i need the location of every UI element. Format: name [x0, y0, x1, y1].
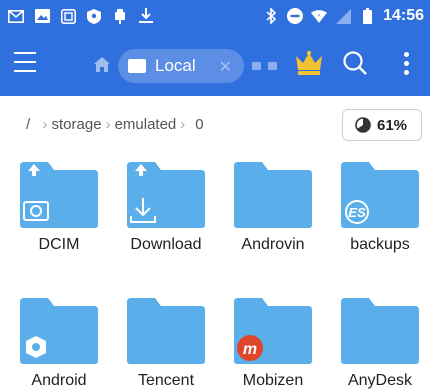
folder-label: Androvin — [241, 236, 305, 253]
svg-text:m: m — [243, 341, 257, 358]
breadcrumb-current[interactable]: 0 — [195, 116, 203, 133]
chevron-right-icon: › — [180, 116, 186, 133]
dnd-icon — [287, 8, 304, 24]
shield-icon — [86, 8, 102, 24]
battery-icon — [359, 8, 375, 24]
chevron-right-icon: › — [34, 116, 48, 133]
status-bar: × 14:56 — [0, 0, 430, 34]
folder-icon: m — [234, 298, 312, 364]
folder-icon — [20, 162, 98, 228]
folder-label: Tencent — [137, 372, 195, 389]
search-icon[interactable] — [342, 50, 372, 80]
image-icon — [34, 8, 50, 24]
crown-icon[interactable] — [294, 50, 324, 78]
status-left-icons — [8, 8, 154, 24]
folder-icon — [234, 162, 312, 228]
breadcrumb: / › storage › emulated › 0 — [26, 116, 204, 133]
svg-text:×: × — [318, 12, 321, 18]
tab-indicators[interactable] — [252, 62, 277, 70]
folder-item-backups[interactable]: ES backups — [321, 156, 429, 266]
svg-text:ES: ES — [348, 205, 366, 220]
folder-label: Android — [31, 372, 87, 389]
folder-icon: ES — [341, 162, 419, 228]
folder-item-anydesk[interactable]: AnyDesk — [321, 292, 429, 389]
storage-badge[interactable]: 61% — [342, 109, 422, 141]
gmail-icon — [8, 8, 24, 24]
close-icon[interactable]: ✕ — [219, 57, 232, 77]
folder-icon — [127, 298, 205, 364]
folder-label: Mobizen — [242, 372, 304, 389]
pie-chart-icon — [355, 117, 371, 133]
usb-icon — [112, 8, 128, 24]
folder-icon — [20, 298, 98, 364]
folder-icon — [127, 162, 205, 228]
folder-label: Download — [130, 236, 202, 253]
app-bar: Local ✕ — [0, 34, 430, 96]
wifi-icon: × — [311, 8, 328, 24]
folder-item-mobizen[interactable]: m Mobizen — [214, 292, 322, 389]
breadcrumb-root[interactable]: / — [26, 116, 30, 133]
folder-item-download[interactable]: Download — [107, 156, 215, 266]
tab-local[interactable]: Local ✕ — [118, 49, 244, 83]
home-icon[interactable] — [94, 57, 110, 73]
folder-item-androvin[interactable]: Androvin — [214, 156, 322, 266]
path-bar: / › storage › emulated › 0 61% — [0, 96, 430, 156]
chevron-right-icon: › — [105, 116, 111, 133]
folder-label: backups — [350, 236, 410, 253]
storage-percent: 61% — [377, 116, 408, 134]
sd-card-icon — [128, 59, 146, 73]
folder-item-tencent[interactable]: Tencent — [107, 292, 215, 389]
status-time: 14:56 — [383, 7, 424, 24]
folder-icon — [341, 298, 419, 364]
folder-label: DCIM — [38, 236, 80, 253]
signal-icon — [335, 8, 351, 24]
folder-label: AnyDesk — [347, 372, 413, 389]
bluetooth-icon — [263, 8, 279, 24]
folder-grid: DCIM Download Androvin ES backups Androi… — [0, 156, 430, 389]
menu-icon[interactable] — [14, 52, 40, 76]
download-icon — [138, 8, 154, 24]
more-vert-icon[interactable] — [398, 52, 414, 80]
tab-label: Local — [155, 56, 196, 75]
app-icon — [60, 8, 76, 24]
folder-item-android[interactable]: Android — [0, 292, 108, 389]
breadcrumb-emulated[interactable]: emulated — [115, 116, 177, 133]
breadcrumb-storage[interactable]: storage — [52, 116, 102, 133]
folder-item-dcim[interactable]: DCIM — [0, 156, 108, 266]
status-right-icons: × 14:56 — [263, 7, 424, 25]
